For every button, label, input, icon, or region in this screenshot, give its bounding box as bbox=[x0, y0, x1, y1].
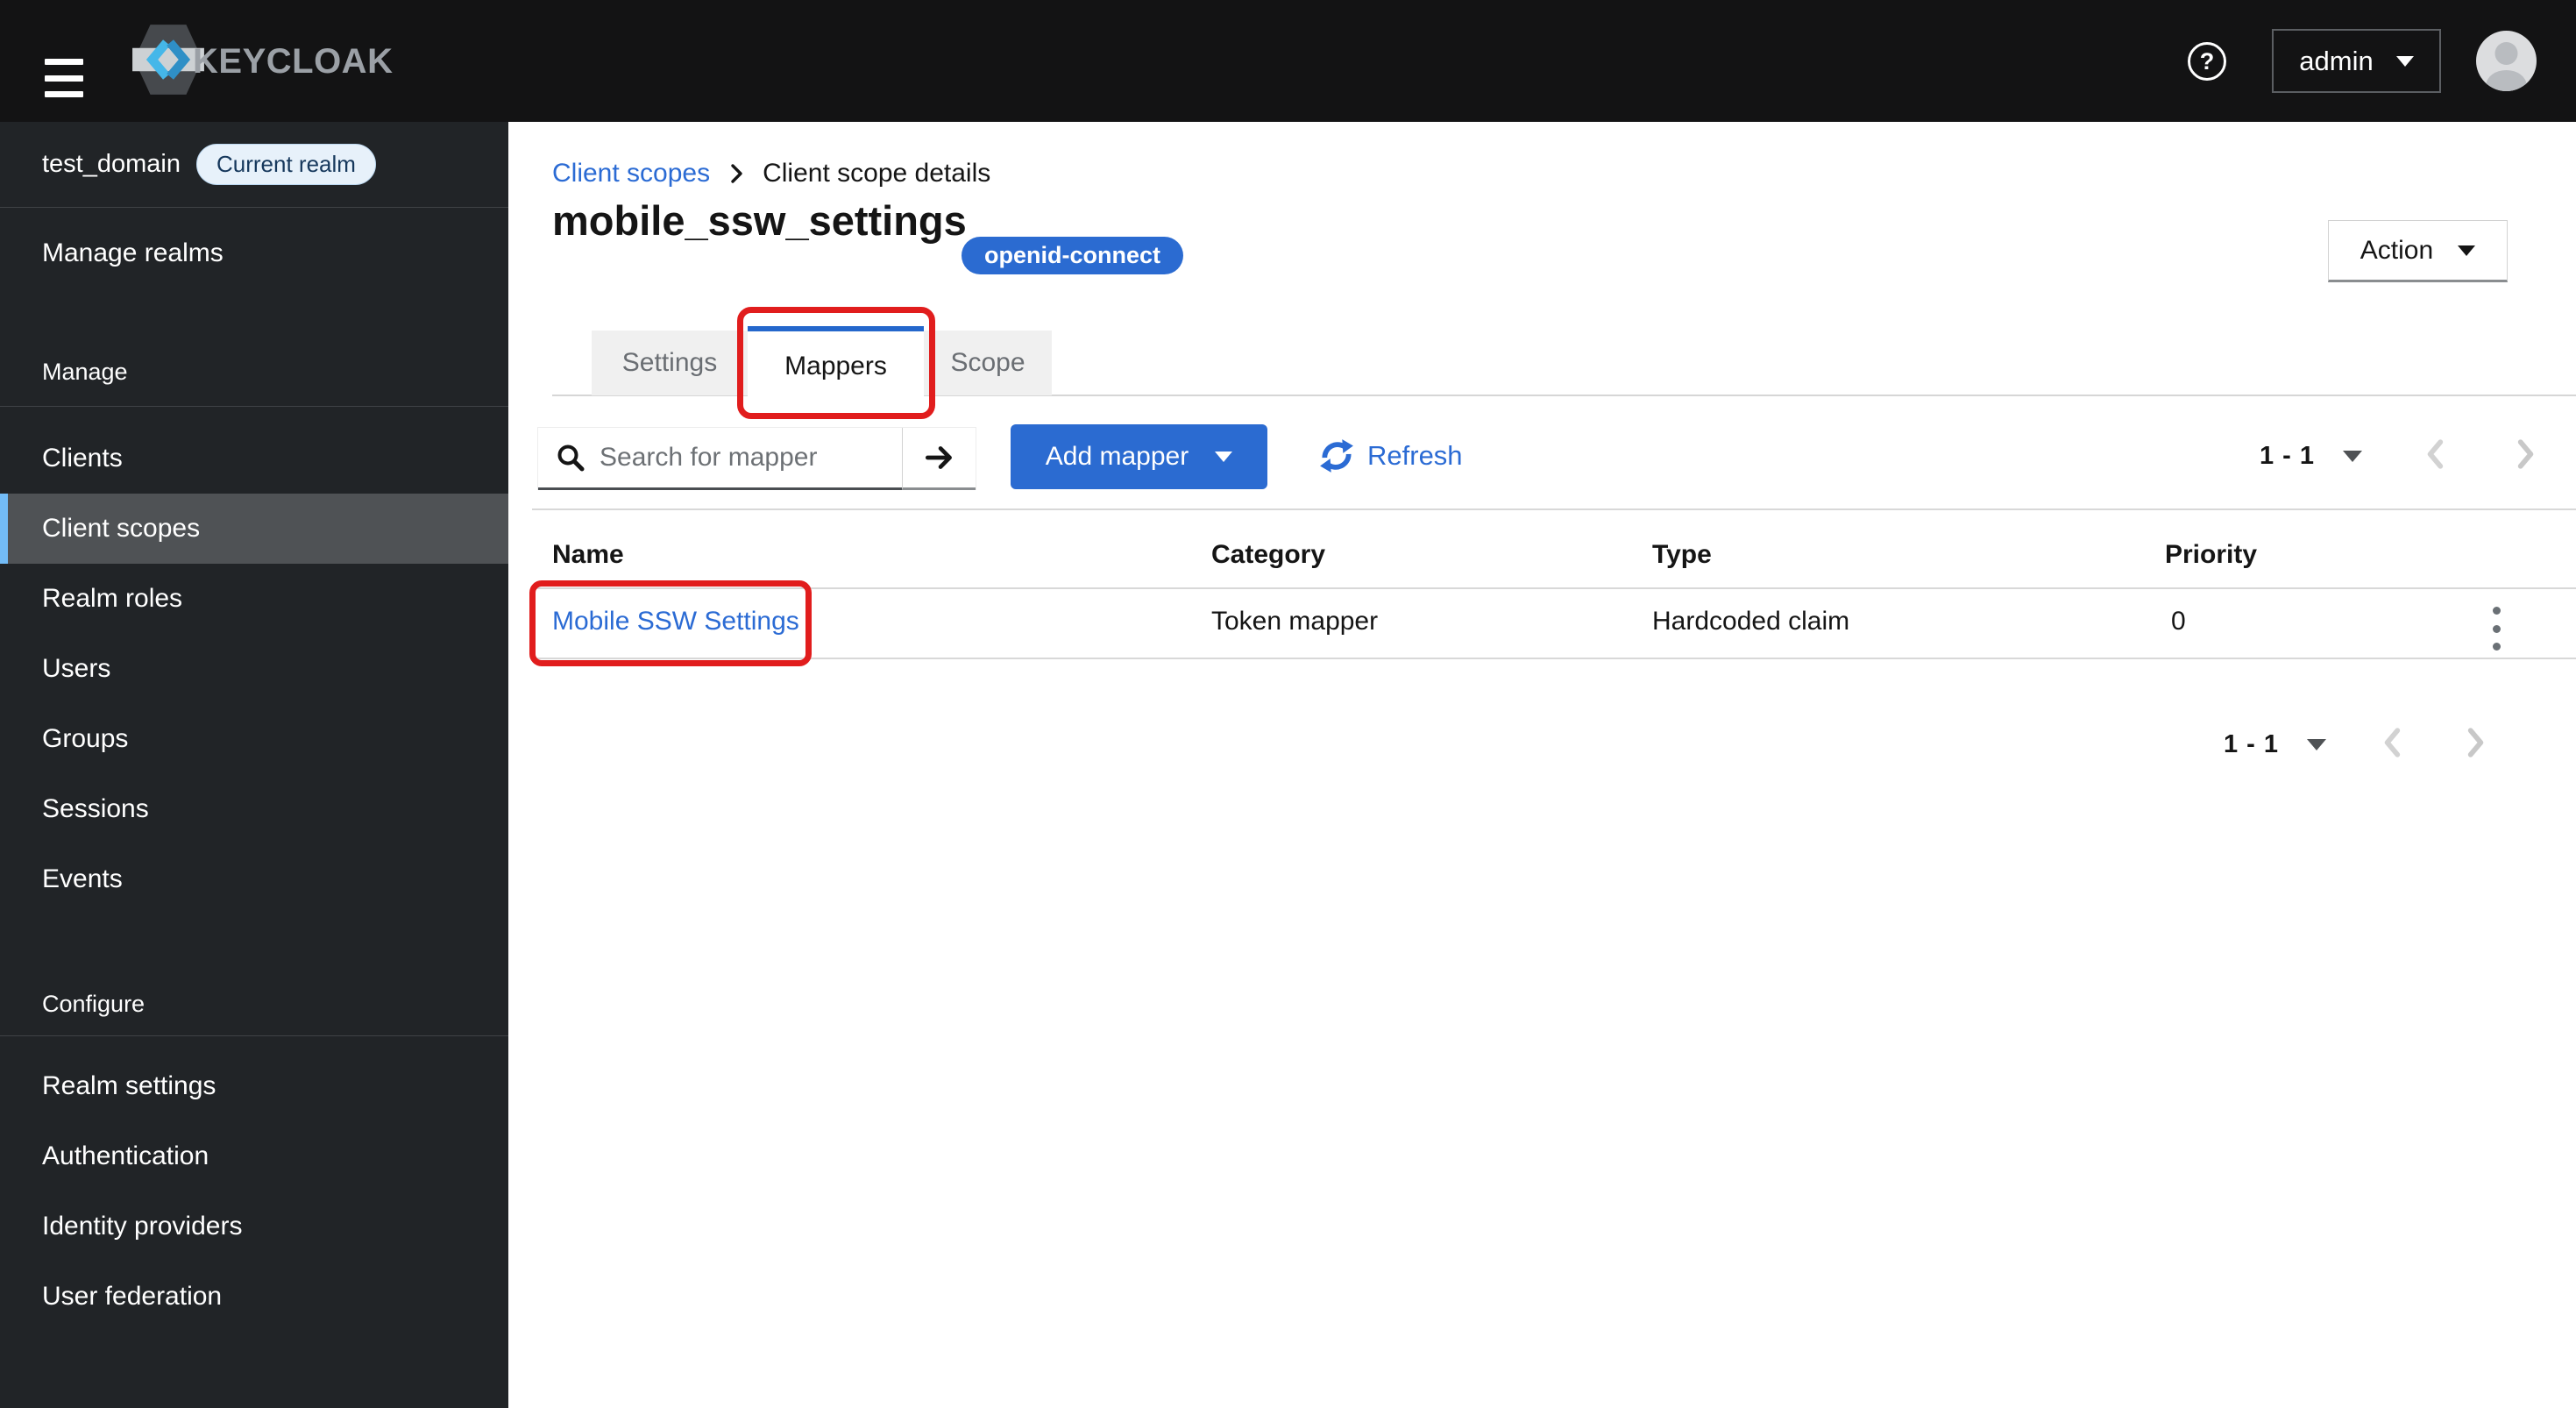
sidebar-item-user-federation[interactable]: User federation bbox=[0, 1262, 508, 1332]
protocol-badge: openid-connect bbox=[962, 237, 1183, 274]
sidebar-item-realm-roles[interactable]: Realm roles bbox=[0, 564, 508, 634]
mapper-name-link[interactable]: Mobile SSW Settings bbox=[552, 607, 799, 636]
brand-text: KEYCLOAK bbox=[193, 41, 394, 81]
sidebar-item-users[interactable]: Users bbox=[0, 634, 508, 704]
user-menu-dropdown[interactable]: admin bbox=[2272, 29, 2441, 93]
sidebar-divider bbox=[0, 207, 508, 208]
tab-mappers[interactable]: Mappers bbox=[748, 326, 924, 407]
breadcrumb-current: Client scope details bbox=[763, 159, 991, 188]
menu-icon[interactable] bbox=[45, 59, 83, 97]
table-header-border bbox=[532, 587, 2576, 589]
caret-down-icon bbox=[2395, 55, 2414, 67]
sidebar-item-realm-settings[interactable]: Realm settings bbox=[0, 1051, 508, 1121]
masthead: KEYCLOAK ? admin bbox=[0, 0, 2576, 122]
sidebar: test_domain Current realm Manage realms … bbox=[0, 122, 508, 1408]
sidebar-item-identity-providers[interactable]: Identity providers bbox=[0, 1191, 508, 1262]
mapper-category: Token mapper bbox=[1211, 607, 1379, 636]
column-header-priority: Priority bbox=[2165, 540, 2258, 569]
caret-down-icon bbox=[1215, 452, 1233, 462]
next-page-button[interactable] bbox=[2463, 726, 2487, 764]
realm-name: test_domain bbox=[42, 150, 181, 178]
column-header-type: Type bbox=[1652, 540, 1712, 569]
action-dropdown-button[interactable]: Action bbox=[2328, 220, 2508, 282]
pagination-bottom: 1 - 1 bbox=[2224, 720, 2487, 769]
sidebar-divider bbox=[0, 1035, 508, 1036]
search-input[interactable] bbox=[600, 443, 889, 473]
current-realm-badge: Current realm bbox=[196, 144, 376, 185]
search-group bbox=[537, 427, 976, 490]
help-icon[interactable]: ? bbox=[2188, 42, 2226, 81]
sidebar-divider bbox=[0, 406, 508, 407]
column-header-name: Name bbox=[552, 540, 624, 569]
prev-page-button[interactable] bbox=[2381, 726, 2405, 764]
sidebar-item-groups[interactable]: Groups bbox=[0, 704, 508, 774]
breadcrumb: Client scopes Client scope details bbox=[552, 157, 990, 190]
sidebar-item-clients[interactable]: Clients bbox=[0, 423, 508, 494]
search-submit-button[interactable] bbox=[902, 428, 976, 490]
pagination-range: 1 - 1 bbox=[2224, 729, 2280, 758]
search-box[interactable] bbox=[538, 428, 902, 490]
breadcrumb-chevron-icon bbox=[731, 164, 742, 183]
caret-down-icon bbox=[2458, 245, 2476, 256]
tab-settings[interactable]: Settings bbox=[592, 331, 748, 395]
refresh-button[interactable]: Refresh bbox=[1318, 437, 1463, 474]
next-page-button[interactable] bbox=[2513, 437, 2537, 475]
prev-page-button[interactable] bbox=[2423, 437, 2448, 475]
username: admin bbox=[2299, 45, 2374, 76]
breadcrumb-link-client-scopes[interactable]: Client scopes bbox=[552, 159, 710, 188]
tab-scope[interactable]: Scope bbox=[924, 331, 1052, 395]
column-header-category: Category bbox=[1211, 540, 1326, 569]
search-icon bbox=[557, 444, 585, 472]
refresh-icon bbox=[1320, 439, 1353, 473]
arrow-right-icon bbox=[925, 446, 952, 469]
sidebar-item-events[interactable]: Events bbox=[0, 844, 508, 914]
realm-selector[interactable]: test_domain Current realm bbox=[0, 122, 508, 207]
mapper-priority: 0 bbox=[2171, 607, 2186, 636]
pagination-caret-icon[interactable] bbox=[2343, 450, 2363, 462]
sidebar-section-manage: Manage bbox=[42, 358, 128, 385]
person-icon bbox=[2486, 42, 2527, 91]
pagination-top: 1 - 1 bbox=[2260, 431, 2537, 480]
mapper-type: Hardcoded claim bbox=[1652, 607, 1850, 636]
sidebar-item-client-scopes[interactable]: Client scopes bbox=[0, 494, 508, 564]
pagination-caret-icon[interactable] bbox=[2307, 738, 2327, 750]
sidebar-item-sessions[interactable]: Sessions bbox=[0, 774, 508, 844]
sidebar-item-authentication[interactable]: Authentication bbox=[0, 1121, 508, 1191]
add-mapper-button[interactable]: Add mapper bbox=[1011, 424, 1267, 489]
keycloak-logo: KEYCLOAK bbox=[131, 24, 394, 95]
row-kebab-menu-icon[interactable] bbox=[2483, 607, 2509, 651]
sidebar-item-manage-realms[interactable]: Manage realms bbox=[0, 218, 508, 288]
sidebar-section-configure: Configure bbox=[42, 990, 145, 1017]
avatar[interactable] bbox=[2476, 31, 2537, 91]
page-title: mobile_ssw_settings bbox=[552, 197, 967, 244]
table-row-border bbox=[532, 658, 2576, 659]
pagination-range: 1 - 1 bbox=[2260, 441, 2316, 470]
table-top-border bbox=[532, 508, 2576, 510]
